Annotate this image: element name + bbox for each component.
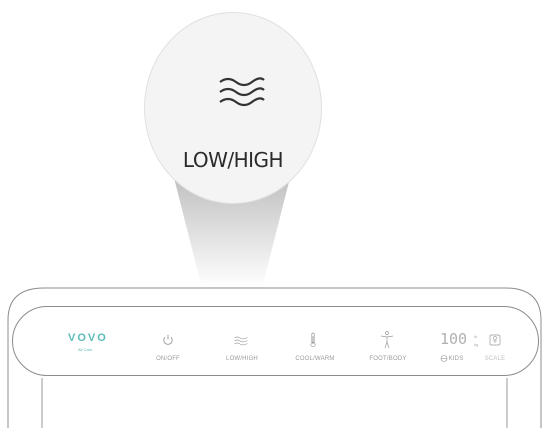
brand-logo: VOVO [68, 332, 108, 344]
waves-icon[interactable] [234, 336, 248, 346]
thermometer-icon[interactable] [309, 332, 317, 348]
foot-body-label[interactable]: FOOT/BODY [369, 356, 406, 362]
unit-kg: kg [474, 342, 479, 347]
person-icon[interactable] [380, 331, 394, 349]
scale-label[interactable]: SCALE [485, 356, 506, 362]
kids-label[interactable]: KIDS [449, 356, 464, 362]
unit-lb: lb [474, 334, 478, 339]
power-icon[interactable] [162, 334, 174, 346]
weight-display: 100 [440, 330, 468, 348]
kids-icon[interactable] [440, 355, 448, 362]
brand-subtitle: All Care [78, 347, 93, 352]
low-high-label[interactable]: LOW/HIGH [226, 356, 258, 362]
scale-icon[interactable] [489, 334, 501, 346]
on-off-label[interactable]: ON/OFF [156, 356, 180, 362]
cool-warm-label[interactable]: COOL/WARM [295, 356, 334, 362]
